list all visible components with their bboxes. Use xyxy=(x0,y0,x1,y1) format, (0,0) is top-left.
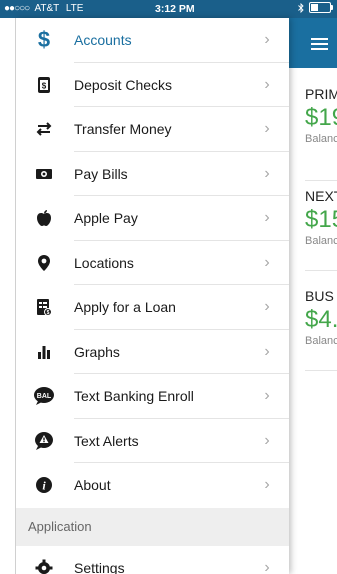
account-divider xyxy=(305,180,337,181)
battery-icon xyxy=(309,2,333,13)
chevron-right-icon: › xyxy=(264,209,270,227)
account-balance-label: Balanc xyxy=(305,235,337,247)
cash-icon xyxy=(26,167,62,181)
edge-line xyxy=(15,18,16,574)
chevron-right-icon: › xyxy=(264,431,270,449)
menu-item-pay-bills[interactable]: Pay Bills › xyxy=(16,152,289,196)
menu-item-text-alerts[interactable]: Text Alerts › xyxy=(16,419,289,463)
menu-item-accounts[interactable]: $ Accounts › xyxy=(16,18,289,63)
account-amount: $19 xyxy=(305,104,337,131)
account-divider xyxy=(305,370,337,371)
account-amount: $15 xyxy=(305,206,337,233)
chevron-right-icon: › xyxy=(264,164,270,182)
menu-item-apply-for-a-loan[interactable]: $ Apply for a Loan › xyxy=(16,285,289,330)
chevron-right-icon: › xyxy=(264,253,270,271)
main-content: PRIM $19 Balanc NEXT $15 Balanc BUS $4. … xyxy=(289,18,337,574)
gear-icon xyxy=(26,559,62,574)
chevron-right-icon: › xyxy=(264,120,270,138)
account-card-prim[interactable]: PRIM $19 Balanc xyxy=(305,86,337,145)
menu-item-label: Text Banking Enroll xyxy=(74,388,194,405)
chevron-right-icon: › xyxy=(264,342,270,360)
status-right xyxy=(298,2,333,13)
left-edge xyxy=(0,18,16,574)
menu-item-graphs[interactable]: Graphs › xyxy=(16,330,289,374)
menu-item-label: Pay Bills xyxy=(74,165,128,182)
menu-item-label: Apply for a Loan xyxy=(74,299,176,316)
navigation-drawer: $ Accounts › $ Deposit Checks › Transfer… xyxy=(16,18,289,574)
account-amount: $4. xyxy=(305,306,337,333)
app-bar xyxy=(289,18,337,68)
menu-item-settings[interactable]: Settings › xyxy=(16,546,289,574)
account-name: BUS xyxy=(305,288,334,304)
section-header-application: Application xyxy=(16,507,289,546)
chevron-right-icon: › xyxy=(264,558,270,574)
bal-chat-icon: BAL xyxy=(26,386,62,406)
account-card-bus[interactable]: BUS $4. Balanc xyxy=(305,288,337,347)
chevron-right-icon: › xyxy=(264,387,270,405)
menu-item-label: Accounts xyxy=(74,32,132,49)
account-balance-label: Balanc xyxy=(305,335,337,347)
menu-item-about[interactable]: i About › xyxy=(16,463,289,508)
menu-item-locations[interactable]: Locations › xyxy=(16,241,289,285)
menu-item-label: Settings xyxy=(74,559,125,574)
status-time: 3:12 PM xyxy=(155,3,195,15)
alert-chat-icon xyxy=(26,431,62,451)
bar-chart-icon xyxy=(26,344,62,360)
chevron-right-icon: › xyxy=(264,298,270,316)
bluetooth-icon xyxy=(298,2,304,13)
network-type: LTE xyxy=(65,3,84,14)
svg-text:$: $ xyxy=(47,310,50,316)
transfer-arrows-icon xyxy=(26,122,62,136)
chevron-right-icon: › xyxy=(264,75,270,93)
signal-strength-icon: ●●○○○ xyxy=(4,3,30,14)
chevron-right-icon: › xyxy=(264,476,270,494)
account-name: PRIM xyxy=(305,86,337,102)
carrier-name: AT&T xyxy=(34,3,60,14)
check-deposit-icon: $ xyxy=(26,76,62,94)
account-divider xyxy=(305,270,337,271)
menu-item-transfer-money[interactable]: Transfer Money › xyxy=(16,107,289,152)
dollar-icon: $ xyxy=(37,27,51,53)
account-balance-label: Balanc xyxy=(305,133,337,145)
menu-item-label: Apple Pay xyxy=(74,210,138,227)
menu-item-label: Text Alerts xyxy=(74,432,139,449)
chevron-right-icon: › xyxy=(264,31,270,49)
account-name: NEXT xyxy=(305,188,337,204)
menu-item-label: Transfer Money xyxy=(74,121,172,138)
menu-item-label: Locations xyxy=(74,254,134,271)
status-bar: ●●○○○ AT&T LTE 3:12 PM xyxy=(0,0,337,18)
svg-text:BAL: BAL xyxy=(37,393,52,400)
menu-item-deposit-checks[interactable]: $ Deposit Checks › xyxy=(16,63,289,107)
account-card-next[interactable]: NEXT $15 Balanc xyxy=(305,188,337,247)
section-header-label: Application xyxy=(28,519,92,534)
menu-item-label: About xyxy=(74,477,111,494)
menu-item-apple-pay[interactable]: Apple Pay › xyxy=(16,196,289,241)
info-icon: i xyxy=(26,476,62,494)
carrier-info: ●●○○○ AT&T LTE xyxy=(4,3,83,14)
menu-item-text-banking-enroll[interactable]: BAL Text Banking Enroll › xyxy=(16,374,289,419)
loan-application-icon: $ xyxy=(26,298,62,317)
menu-item-label: Graphs xyxy=(74,343,120,360)
apple-icon xyxy=(26,209,62,227)
menu-item-label: Deposit Checks xyxy=(74,76,173,93)
location-pin-icon xyxy=(26,254,62,272)
hamburger-menu-icon[interactable] xyxy=(311,38,328,53)
svg-text:$: $ xyxy=(42,81,47,90)
